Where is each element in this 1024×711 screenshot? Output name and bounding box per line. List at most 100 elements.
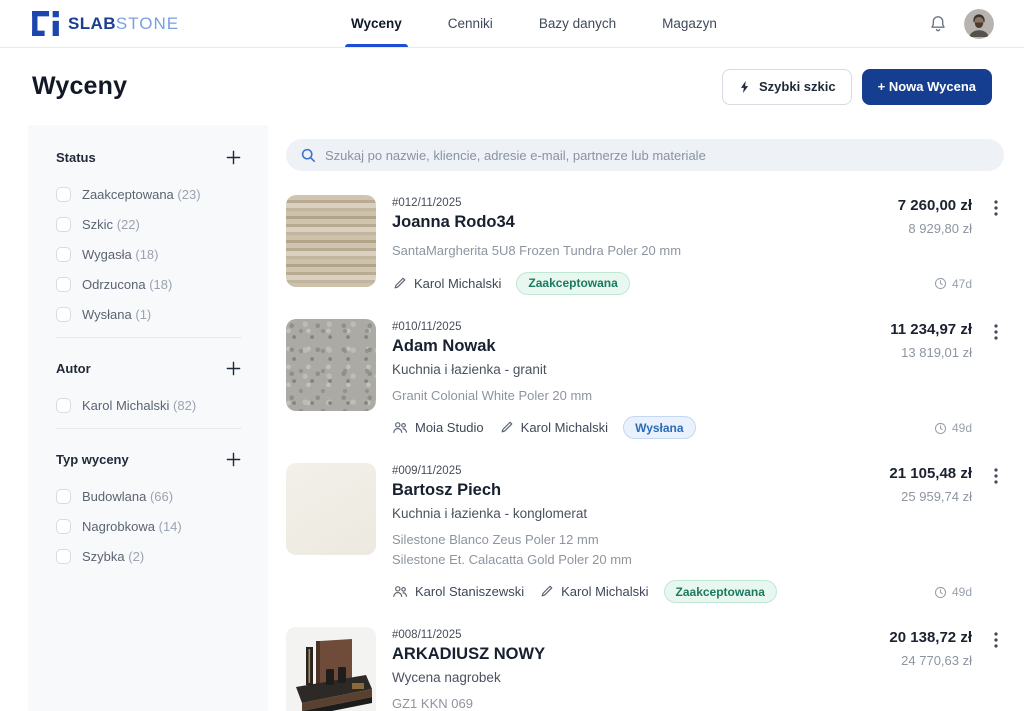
quote-partner: Karol Staniszewski bbox=[392, 584, 524, 599]
nav-tab-bazy-danych[interactable]: Bazy danych bbox=[539, 0, 616, 47]
quote-row[interactable]: #010/11/2025 Adam Nowak Kuchnia i łazien… bbox=[286, 319, 1004, 440]
price-gross: 13 819,01 zł bbox=[890, 345, 972, 360]
quote-material: SantaMargherita 5U8 Frozen Tundra Poler … bbox=[392, 241, 838, 261]
quote-id: #009/11/2025 bbox=[392, 465, 838, 477]
price-net: 7 260,00 zł bbox=[898, 197, 972, 214]
validity-days: 49d bbox=[934, 421, 972, 435]
partner-people-icon bbox=[392, 420, 408, 435]
row-menu-button[interactable] bbox=[988, 195, 1004, 295]
filter-option-szybka[interactable]: Szybka (2) bbox=[56, 549, 242, 564]
filter-option-karol-michalski[interactable]: Karol Michalski (82) bbox=[56, 398, 242, 413]
quote-row[interactable]: #008/11/2025 ARKADIUSZ NOWY Wycena nagro… bbox=[286, 627, 1004, 711]
filter-count: (18) bbox=[149, 277, 172, 292]
filter-option-wyslana[interactable]: Wysłana (1) bbox=[56, 307, 242, 322]
checkbox[interactable] bbox=[56, 549, 71, 564]
sidebar-divider bbox=[56, 428, 242, 429]
price-net: 21 105,48 zł bbox=[889, 465, 972, 482]
status-badge: Zaakceptowana bbox=[664, 580, 777, 603]
filter-count: (14) bbox=[159, 519, 182, 534]
validity-days: 49d bbox=[934, 585, 972, 599]
nav-tab-wyceny[interactable]: Wyceny bbox=[351, 0, 402, 47]
typ-expand-plus-icon[interactable] bbox=[225, 451, 242, 468]
search-bar[interactable] bbox=[286, 139, 1004, 171]
filter-option-szkic[interactable]: Szkic (22) bbox=[56, 217, 242, 232]
quotes-list: #012/11/2025 Joanna Rodo34 SantaMargheri… bbox=[286, 125, 1004, 711]
notification-bell-icon[interactable] bbox=[928, 14, 948, 34]
row-menu-button[interactable] bbox=[988, 319, 1004, 440]
filter-option-budowlana[interactable]: Budowlana (66) bbox=[56, 489, 242, 504]
quote-client-name[interactable]: ARKADIUSZ NOWY bbox=[392, 645, 838, 664]
autor-expand-plus-icon[interactable] bbox=[225, 360, 242, 377]
filter-label: Karol Michalski bbox=[82, 398, 169, 413]
status-expand-plus-icon[interactable] bbox=[225, 149, 242, 166]
days-label: 49d bbox=[952, 585, 972, 599]
checkbox[interactable] bbox=[56, 307, 71, 322]
days-label: 47d bbox=[952, 277, 972, 291]
logo-wordmark: SLABSTONE bbox=[68, 14, 179, 34]
row-menu-button[interactable] bbox=[988, 463, 1004, 603]
clock-icon bbox=[934, 586, 947, 599]
validity-days: 47d bbox=[934, 277, 972, 291]
checkbox[interactable] bbox=[56, 277, 71, 292]
app-header: SLABSTONE Wyceny Cenniki Bazy danych Mag… bbox=[0, 0, 1024, 48]
quote-subtitle: Wycena nagrobek bbox=[392, 670, 838, 685]
main-nav: Wyceny Cenniki Bazy danych Magazyn bbox=[351, 0, 717, 47]
nav-tab-cenniki[interactable]: Cenniki bbox=[448, 0, 493, 47]
filter-count: (1) bbox=[135, 307, 151, 322]
content-area: Status Zaakceptowana (23) Szkic (22) Wyg… bbox=[0, 125, 1024, 711]
quote-thumbnail-stone[interactable] bbox=[286, 195, 376, 287]
search-icon bbox=[300, 147, 316, 163]
filter-label: Zaakceptowana bbox=[82, 187, 174, 202]
days-label: 49d bbox=[952, 421, 972, 435]
checkbox[interactable] bbox=[56, 247, 71, 262]
pencil-icon bbox=[539, 584, 554, 599]
partner-name: Moia Studio bbox=[415, 420, 484, 435]
quote-client-name[interactable]: Bartosz Piech bbox=[392, 481, 838, 500]
checkbox[interactable] bbox=[56, 398, 71, 413]
filter-option-odrzucona[interactable]: Odrzucona (18) bbox=[56, 277, 242, 292]
filter-count: (22) bbox=[117, 217, 140, 232]
new-quote-button[interactable]: + Nowa Wycena bbox=[862, 69, 992, 105]
quote-client-name[interactable]: Adam Nowak bbox=[392, 337, 838, 356]
checkbox[interactable] bbox=[56, 489, 71, 504]
page-title: Wyceny bbox=[32, 72, 127, 101]
quote-material: Silestone Et. Calacatta Gold Poler 20 mm bbox=[392, 550, 838, 570]
filter-option-zaakceptowana[interactable]: Zaakceptowana (23) bbox=[56, 187, 242, 202]
filter-title-typ-wyceny: Typ wyceny bbox=[56, 452, 129, 467]
sidebar-divider bbox=[56, 337, 242, 338]
checkbox[interactable] bbox=[56, 187, 71, 202]
filter-count: (66) bbox=[150, 489, 173, 504]
quote-subtitle: Kuchnia i łazienka - granit bbox=[392, 362, 838, 377]
filter-label: Szkic bbox=[82, 217, 113, 232]
filter-count: (23) bbox=[177, 187, 200, 202]
partner-people-icon bbox=[392, 584, 408, 599]
filters-sidebar: Status Zaakceptowana (23) Szkic (22) Wyg… bbox=[28, 125, 268, 711]
quote-id: #012/11/2025 bbox=[392, 197, 838, 209]
checkbox[interactable] bbox=[56, 519, 71, 534]
row-menu-button[interactable] bbox=[988, 627, 1004, 711]
filter-option-wygasla[interactable]: Wygasła (18) bbox=[56, 247, 242, 262]
logo[interactable]: SLABSTONE bbox=[32, 11, 179, 36]
new-quote-label: + Nowa Wycena bbox=[878, 79, 976, 94]
filter-count: (18) bbox=[135, 247, 158, 262]
quote-row[interactable]: #012/11/2025 Joanna Rodo34 SantaMargheri… bbox=[286, 195, 1004, 295]
quote-subtitle: Kuchnia i łazienka - konglomerat bbox=[392, 506, 838, 521]
quote-materials: Silestone Blanco Zeus Poler 12 mm Silest… bbox=[392, 530, 838, 569]
search-input[interactable] bbox=[325, 148, 990, 163]
quote-thumbnail-monument[interactable] bbox=[286, 627, 376, 711]
filter-label: Budowlana bbox=[82, 489, 146, 504]
nav-tab-magazyn[interactable]: Magazyn bbox=[662, 0, 717, 47]
user-avatar[interactable] bbox=[964, 9, 994, 39]
quote-material: GZ1 KKN 069 bbox=[392, 694, 838, 711]
quote-row[interactable]: #009/11/2025 Bartosz Piech Kuchnia i łaz… bbox=[286, 463, 1004, 603]
quick-sketch-button[interactable]: Szybki szkic bbox=[722, 69, 852, 105]
quote-thumbnail-cream[interactable] bbox=[286, 463, 376, 555]
author-name: Karol Michalski bbox=[521, 420, 608, 435]
filter-count: (2) bbox=[128, 549, 144, 564]
quote-thumbnail-granite[interactable] bbox=[286, 319, 376, 411]
checkbox[interactable] bbox=[56, 217, 71, 232]
filter-label: Szybka bbox=[82, 549, 125, 564]
filter-option-nagrobkowa[interactable]: Nagrobkowa (14) bbox=[56, 519, 242, 534]
filter-label: Wygasła bbox=[82, 247, 132, 262]
quote-client-name[interactable]: Joanna Rodo34 bbox=[392, 213, 838, 232]
